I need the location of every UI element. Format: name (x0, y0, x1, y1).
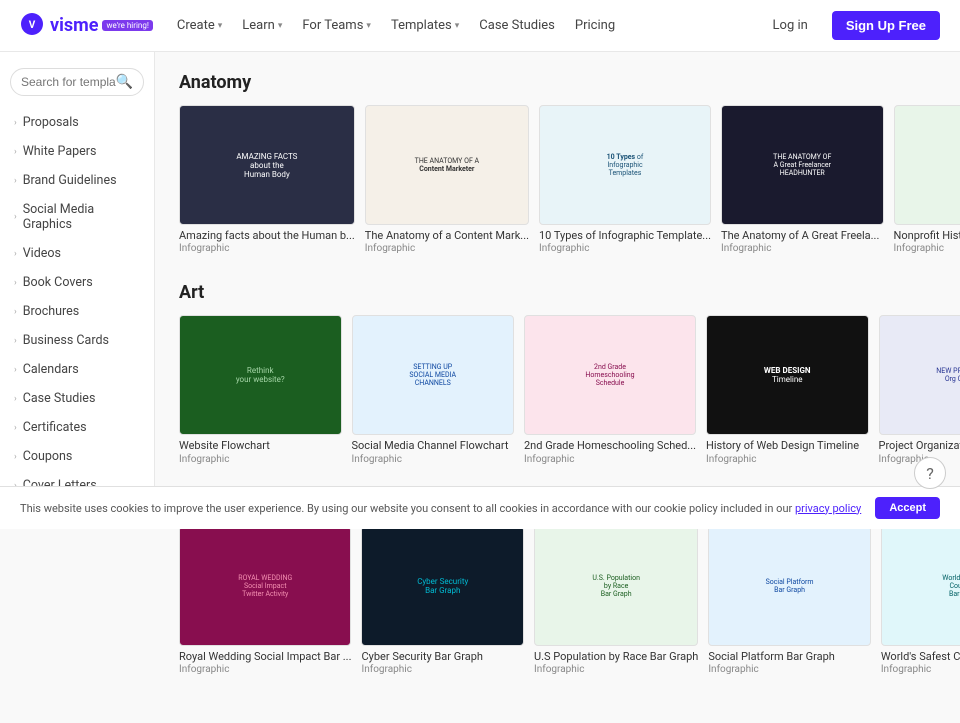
sidebar-item-case-studies[interactable]: ›Case Studies (0, 384, 154, 413)
card-title: Website Flowchart (179, 439, 342, 453)
sidebar-item-business-cards[interactable]: ›Business Cards (0, 326, 154, 355)
card-type: Infographic (708, 664, 871, 675)
sidebar-item-social-media-graphics[interactable]: ›Social Media Graphics (0, 195, 154, 239)
cookie-accept-button[interactable]: Accept (875, 497, 940, 519)
sidebar-item-brochures[interactable]: ›Brochures (0, 297, 154, 326)
template-card[interactable]: NEW PROJECTOrg Chart Project Organizatio… (879, 315, 960, 464)
template-card[interactable]: THE ANATOMY OFA Great FreelancerHEADHUNT… (721, 105, 884, 254)
nav-templates[interactable]: Templates ▾ (391, 18, 459, 33)
card-title: Amazing facts about the Human b... (179, 229, 355, 243)
template-card[interactable]: World's SafestCountriesBar Graph World's… (881, 526, 960, 675)
section-art: Art See All › Rethinkyour website? Websi… (179, 282, 960, 464)
logo-icon: V (20, 12, 44, 40)
template-card[interactable]: NonprofitHistoryTimeline Nonprofit Histo… (894, 105, 960, 254)
template-card[interactable]: WEB DESIGNTimeline History of Web Design… (706, 315, 869, 464)
card-type: Infographic (524, 454, 696, 465)
bar-graphs-grid: ROYAL WEDDINGSocial ImpactTwitter Activi… (179, 526, 960, 675)
svg-text:V: V (29, 20, 36, 31)
card-type: Infographic (365, 243, 529, 254)
sidebar-item-proposals[interactable]: ›Proposals (0, 108, 154, 137)
template-card[interactable]: 10 Types ofInfographicTemplates 10 Types… (539, 105, 711, 254)
card-title: History of Web Design Timeline (706, 439, 869, 453)
card-title: 2nd Grade Homeschooling Sched... (524, 439, 696, 453)
sidebar-item-white-papers[interactable]: ›White Papers (0, 137, 154, 166)
cookie-text: This website uses cookies to improve the… (20, 502, 861, 515)
section-anatomy: Anatomy See All › AMAZING FACTSabout the… (179, 72, 960, 254)
card-title: Royal Wedding Social Impact Bar ... (179, 650, 351, 664)
sidebar-item-calendars[interactable]: ›Calendars (0, 355, 154, 384)
card-type: Infographic (534, 664, 698, 675)
nav-pricing[interactable]: Pricing (575, 18, 615, 33)
help-button[interactable]: ? (914, 457, 946, 489)
nav-learn[interactable]: Learn ▾ (242, 18, 282, 33)
card-title: Cyber Security Bar Graph (361, 650, 524, 664)
card-type: Infographic (179, 454, 342, 465)
card-type: Infographic (706, 454, 869, 465)
card-type: Infographic (881, 664, 960, 675)
section-title-art: Art (179, 282, 204, 303)
card-title: World's Safest Countries Bar Gra... (881, 650, 960, 664)
card-type: Infographic (894, 243, 960, 254)
search-box[interactable]: 🔍 (10, 68, 144, 96)
card-title: Social Media Channel Flowchart (352, 439, 515, 453)
cookie-bar: This website uses cookies to improve the… (0, 486, 960, 529)
privacy-policy-link[interactable]: privacy policy (795, 502, 861, 515)
logo[interactable]: V visme we're hiring! (20, 12, 153, 40)
page-wrapper: 🔍 ›Proposals ›White Papers ›Brand Guidel… (0, 0, 960, 723)
template-card[interactable]: Social PlatformBar Graph Social Platform… (708, 526, 871, 675)
section-title-anatomy: Anatomy (179, 72, 251, 93)
art-grid: Rethinkyour website? Website Flowchart I… (179, 315, 960, 464)
anatomy-grid: AMAZING FACTSabout theHuman Body Amazing… (179, 105, 960, 254)
sidebar: 🔍 ›Proposals ›White Papers ›Brand Guidel… (0, 52, 155, 529)
card-title: U.S Population by Race Bar Graph (534, 650, 698, 664)
logo-badge: we're hiring! (102, 20, 152, 31)
template-card[interactable]: SETTING UPSOCIAL MEDIACHANNELS Social Me… (352, 315, 515, 464)
card-type: Infographic (352, 454, 515, 465)
signup-button[interactable]: Sign Up Free (832, 11, 940, 40)
sidebar-item-brand-guidelines[interactable]: ›Brand Guidelines (0, 166, 154, 195)
sidebar-item-videos[interactable]: ›Videos (0, 239, 154, 268)
sidebar-item-coupons[interactable]: ›Coupons (0, 442, 154, 471)
card-title: The Anatomy of A Great Freela... (721, 229, 884, 243)
template-card[interactable]: Rethinkyour website? Website Flowchart I… (179, 315, 342, 464)
sidebar-item-certificates[interactable]: ›Certificates (0, 413, 154, 442)
template-card[interactable]: U.S. Populationby RaceBar Graph U.S Popu… (534, 526, 698, 675)
template-card[interactable]: 2nd GradeHomeschoolingSchedule 2nd Grade… (524, 315, 696, 464)
card-title: Project Organizational Chart (879, 439, 960, 453)
template-card[interactable]: ROYAL WEDDINGSocial ImpactTwitter Activi… (179, 526, 351, 675)
search-input[interactable] (21, 75, 116, 89)
header: V visme we're hiring! Create ▾ Learn ▾ F… (0, 0, 960, 52)
sidebar-item-book-covers[interactable]: ›Book Covers (0, 268, 154, 297)
card-title: Nonprofit History Timeline (894, 229, 960, 243)
login-button[interactable]: Log in (761, 12, 820, 39)
card-title: The Anatomy of a Content Mark... (365, 229, 529, 243)
nav-case-studies[interactable]: Case Studies (479, 18, 555, 33)
nav-for-teams[interactable]: For Teams ▾ (302, 18, 371, 33)
card-title: Social Platform Bar Graph (708, 650, 871, 664)
header-actions: Log in Sign Up Free (761, 11, 940, 40)
template-card[interactable]: Cyber SecurityBar Graph Cyber Security B… (361, 526, 524, 675)
logo-text: visme (50, 15, 98, 36)
template-card[interactable]: AMAZING FACTSabout theHuman Body Amazing… (179, 105, 355, 254)
template-card[interactable]: THE ANATOMY OF AContent Marketer The Ana… (365, 105, 529, 254)
card-type: Infographic (361, 664, 524, 675)
main-nav: Create ▾ Learn ▾ For Teams ▾ Templates ▾… (177, 18, 761, 33)
main-content: Anatomy See All › AMAZING FACTSabout the… (155, 52, 960, 723)
search-icon: 🔍 (116, 74, 133, 90)
card-type: Infographic (721, 243, 884, 254)
card-type: Infographic (539, 243, 711, 254)
card-title: 10 Types of Infographic Template... (539, 229, 711, 243)
card-type: Infographic (179, 664, 351, 675)
nav-create[interactable]: Create ▾ (177, 18, 222, 33)
section-header-anatomy: Anatomy See All › (179, 72, 960, 93)
section-header-art: Art See All › (179, 282, 960, 303)
card-type: Infographic (179, 243, 355, 254)
